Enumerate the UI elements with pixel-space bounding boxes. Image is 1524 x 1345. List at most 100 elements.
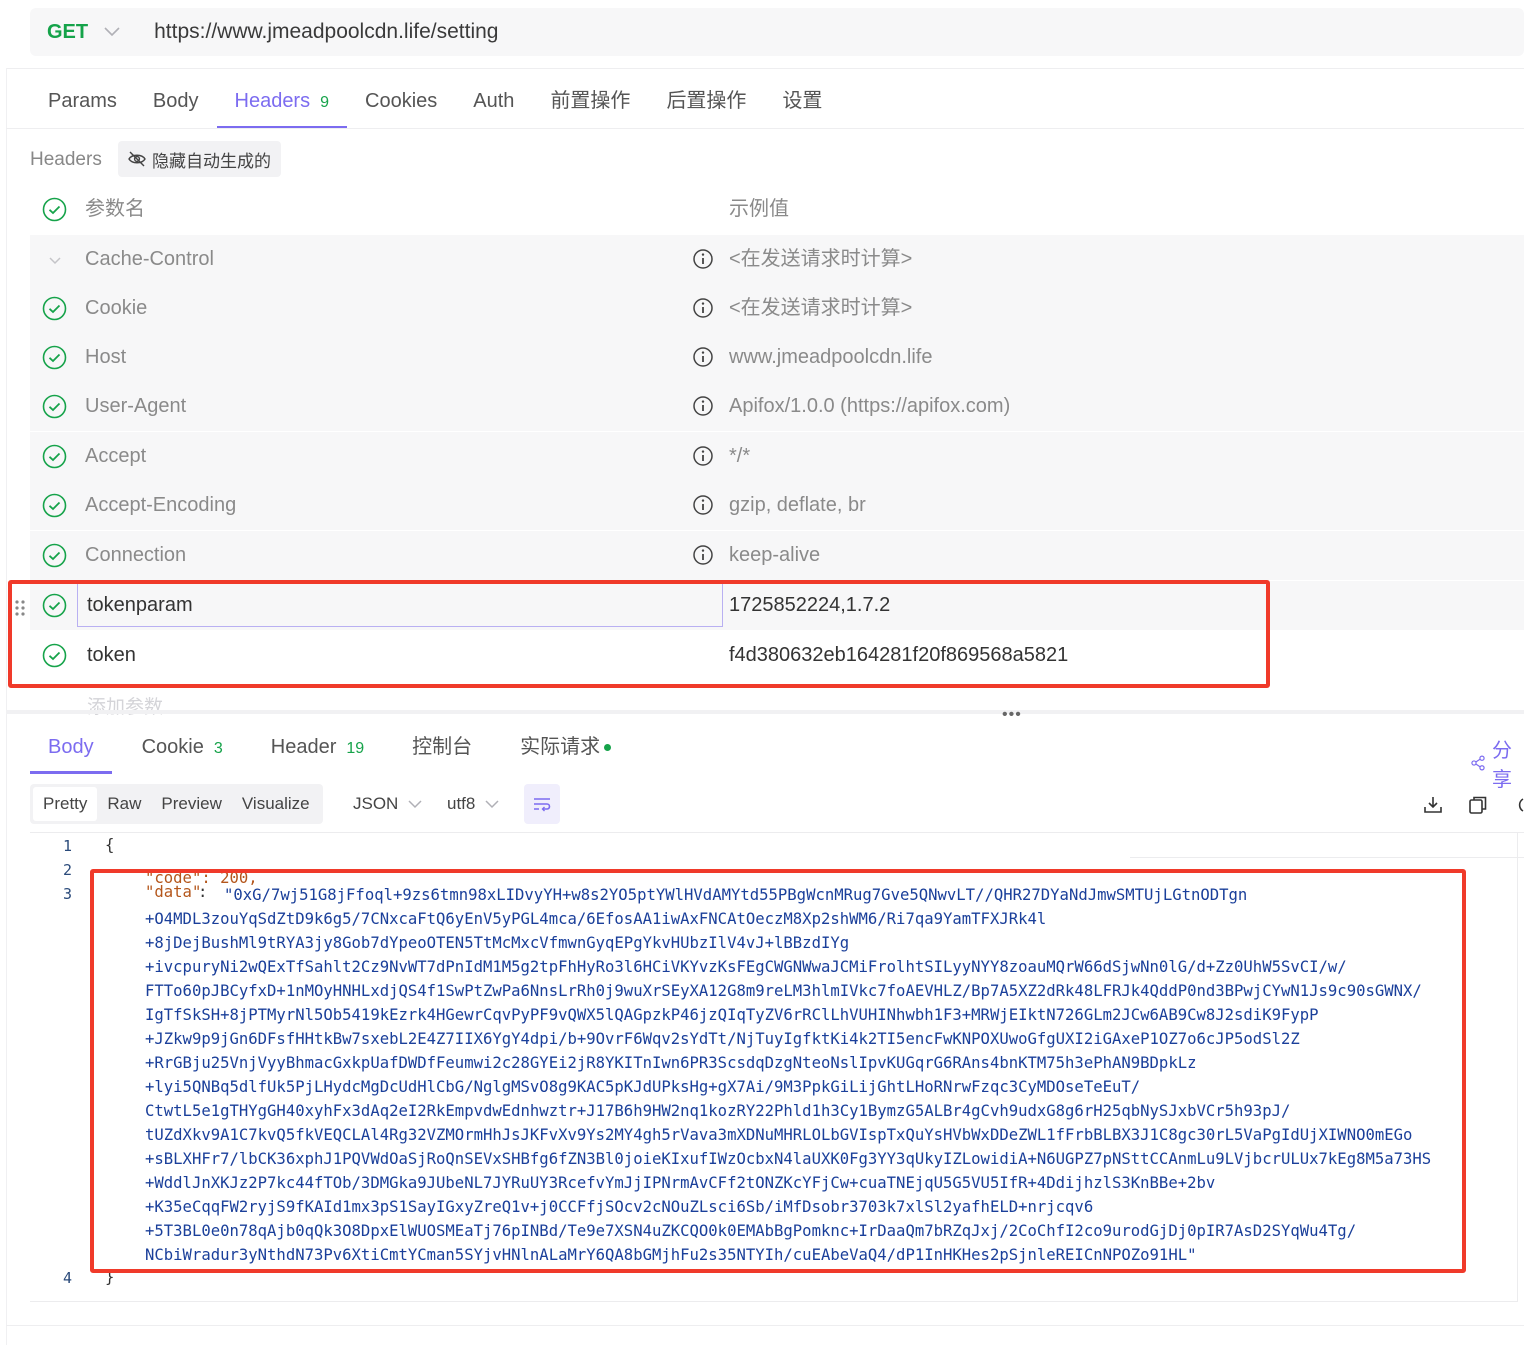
info-icon[interactable] [692, 494, 714, 516]
code-line: "0xG/7wj51G8jFfoql+9zs6tmn98xLIDvyYH+w8s… [224, 886, 1248, 904]
tab-response-header[interactable]: Header 19 [253, 722, 382, 774]
tab-auth[interactable]: Auth [455, 80, 532, 128]
checkbox[interactable] [42, 493, 67, 518]
code-close-brace: } [105, 1268, 115, 1286]
tab-response-body[interactable]: Body [30, 722, 112, 774]
tab-settings[interactable]: 设置 [764, 80, 840, 128]
line-number: 1 [62, 837, 72, 855]
divider [6, 68, 7, 1345]
code-line: tUZdXkv9A1C7kvQ5fkVEQCLAl4Rg32VZMOrmHhJs… [145, 1126, 1413, 1144]
check-icon[interactable] [47, 252, 63, 268]
code-line: +ivcpuryNi2wQExTfSahlt2Cz9NvWT7dPnIdM1M5… [145, 958, 1347, 976]
language-select[interactable]: JSON [353, 794, 422, 814]
checkbox[interactable] [42, 593, 67, 618]
info-icon[interactable] [692, 346, 714, 368]
tab-pre-processors[interactable]: 前置操作 [532, 80, 648, 128]
tab-params[interactable]: Params [30, 80, 135, 128]
preview-button[interactable]: Preview [151, 787, 231, 821]
search-icon[interactable] [1513, 795, 1524, 815]
drag-handle-icon[interactable] [14, 599, 26, 617]
view-mode-switch: Pretty Raw Preview Visualize [30, 784, 323, 824]
chevron-down-icon[interactable] [104, 24, 120, 40]
word-wrap-button[interactable] [524, 784, 560, 824]
tab-cookies[interactable]: Cookies [347, 80, 455, 128]
info-icon[interactable] [692, 395, 714, 417]
info-icon[interactable] [692, 445, 714, 467]
code-line: FTTo60pJBCyfxD+1nMOyHNHLxdjQS4f1SwPtZwPa… [145, 982, 1422, 1000]
copy-icon[interactable] [1468, 795, 1488, 815]
hide-auto-generated-button[interactable]: 隐藏自动生成的 [118, 141, 281, 177]
column-header-value: 示例值 [729, 198, 789, 220]
share-button[interactable]: 分享 [1470, 734, 1524, 792]
pretty-button[interactable]: Pretty [33, 787, 98, 821]
table-row: Cache-Control <在发送请求时计算> [30, 235, 1524, 284]
code-line: +K35eCqqFW2ryjS9fKAId1mx3pS1SayIGxyZreQ1… [145, 1198, 1094, 1216]
status-dot [604, 744, 612, 752]
line-number: 2 [62, 861, 72, 879]
panel-splitter[interactable] [6, 710, 1524, 714]
table-row: Accept-Encoding gzip, deflate, br [30, 481, 1524, 530]
download-icon[interactable] [1423, 795, 1443, 815]
param-value-input[interactable]: f4d380632eb164281f20f869568a5821 [729, 631, 1068, 680]
request-tabs: Params Body Headers 9 Cookies Auth 前置操作 后… [30, 80, 840, 130]
code-open-brace: { [105, 836, 115, 854]
divider [1130, 857, 1524, 858]
chevron-down-icon [481, 797, 499, 812]
code-line: +lyi5QNBq5dlfUk5PjLHydcMgDcUdHlCbG/NglgM… [145, 1078, 1141, 1096]
code-line: CtwtL5e1gTHYgGH40xyhFx3dAq2eI2RkEmpvdwEd… [145, 1102, 1291, 1120]
method-select[interactable]: GET [47, 21, 88, 44]
code-line: +8jDejBushMl9tRYA3jy8Gob7dYpeoOTEN5TtMcM… [145, 934, 850, 952]
divider [30, 832, 1524, 833]
eye-off-icon [128, 151, 146, 167]
headers-section-label: Headers [30, 149, 102, 170]
wrap-lines-icon [534, 798, 551, 812]
response-code-block[interactable]: "0xG/7wj51G8jFfoql+9zs6tmn98xLIDvyYH+w8s… [145, 883, 1431, 1267]
line-number: 4 [62, 1269, 72, 1287]
encoding-select[interactable]: utf8 [447, 794, 499, 814]
tab-post-processors[interactable]: 后置操作 [648, 80, 764, 128]
divider [6, 1325, 1524, 1326]
checkbox[interactable] [42, 643, 67, 668]
table-header-row: 参数名 示例值 [30, 185, 1524, 234]
checkbox[interactable] [42, 296, 67, 321]
info-icon[interactable] [692, 297, 714, 319]
tab-headers[interactable]: Headers 9 [216, 80, 348, 129]
code-line: +O4MDL3zouYqSdZtD9k6g5/7CNxcaFtQ6yEnV5yP… [145, 910, 1047, 928]
tab-count-badge: 9 [320, 94, 330, 111]
info-icon[interactable] [692, 248, 714, 270]
visualize-button[interactable]: Visualize [232, 787, 320, 821]
param-value-input[interactable]: 1725852224,1.7.2 [729, 581, 890, 630]
code-line: +RrGBju25VnjVyyBhmacGxkpUafDWDfFeumwi2c2… [145, 1054, 1197, 1072]
checkbox[interactable] [42, 444, 67, 469]
code-line: +WddlJnXKJz2P7kc44fTOb/3DMGka9JUbeNL7JYR… [145, 1174, 1216, 1192]
divider [6, 68, 1524, 69]
add-param-input[interactable]: 添加参数 [87, 692, 163, 719]
code-line: NCbiWradur3yNthdN73Pv6XtiCmtYCman5SYjvHN… [145, 1246, 1197, 1264]
drag-handle-icon[interactable]: ••• [1002, 706, 1022, 724]
tab-actual-request[interactable]: 实际请求 [502, 722, 629, 774]
tab-count-badge: 19 [346, 740, 365, 757]
param-name-input[interactable]: token [87, 631, 136, 680]
checkbox[interactable] [42, 345, 67, 370]
code-line: +JZkw9p9jGn6DFsfHHtkBw7sxebL2E4Z7IIX6YgY… [145, 1030, 1300, 1048]
raw-button[interactable]: Raw [97, 787, 151, 821]
table-row: Cookie <在发送请求时计算> [30, 284, 1524, 333]
table-row: Accept */* [30, 432, 1524, 481]
checkbox[interactable] [42, 394, 67, 419]
url-input[interactable]: https://www.jmeadpoolcdn.life/setting [154, 20, 498, 44]
code-line: +sBLXHFr7/lbCK36xphJ1PQVWdOaSjRoQnSEVxSH… [145, 1150, 1432, 1168]
tab-body[interactable]: Body [135, 80, 217, 128]
table-row: Host www.jmeadpoolcdn.life [30, 333, 1524, 382]
tab-response-cookie[interactable]: Cookie 3 [124, 722, 241, 774]
url-bar[interactable]: GET https://www.jmeadpoolcdn.life/settin… [30, 8, 1524, 56]
tab-console[interactable]: 控制台 [394, 722, 490, 774]
checkbox[interactable] [42, 543, 67, 568]
table-row: User-Agent Apifox/1.0.0 (https://apifox.… [30, 382, 1524, 431]
divider [6, 128, 1524, 129]
line-number: 3 [62, 885, 72, 903]
select-all-checkbox[interactable] [42, 197, 67, 222]
code-line: IgTfSkSH+8jPTMyrNl5Ob5419kEzrk4HGewrCqvP… [145, 1006, 1319, 1024]
response-tabs: Body Cookie 3 Header 19 控制台 实际请求 [30, 722, 641, 774]
info-icon[interactable] [692, 544, 714, 566]
divider [30, 1301, 1518, 1302]
